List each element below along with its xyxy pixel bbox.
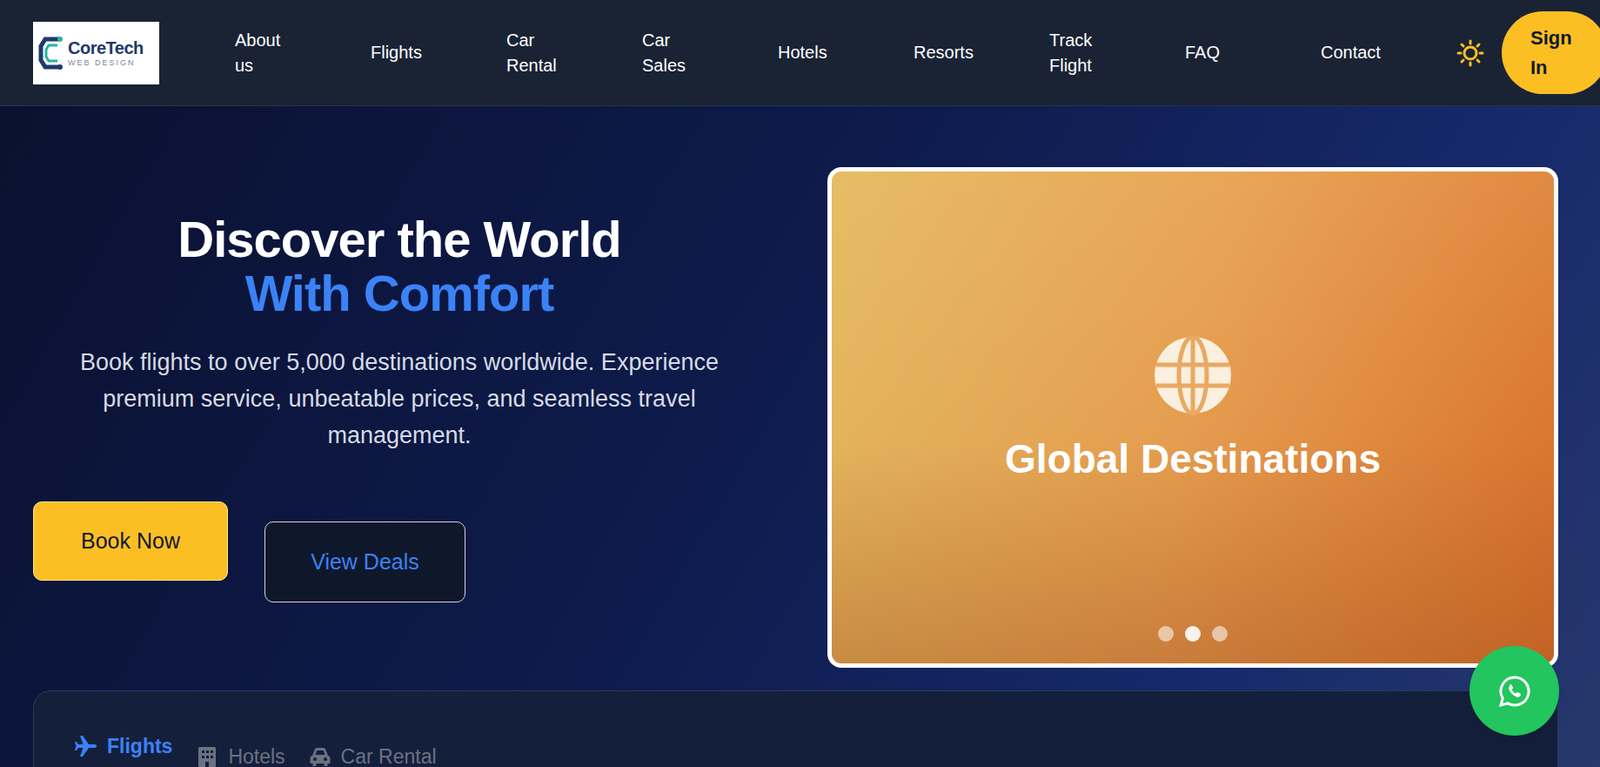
navbar: CoreTech WEB DESIGN About us Flights Car Ren… xyxy=(0,0,1600,107)
search-tab-label: Car Rental xyxy=(341,743,437,767)
nav-menu: About us Flights Car Rental Car Sales Hotels… xyxy=(234,27,1457,79)
sun-icon xyxy=(1456,39,1485,67)
logo-name: CoreTech xyxy=(67,39,144,57)
nav-link[interactable]: Car Sales xyxy=(642,27,707,79)
nav-link[interactable]: Contact xyxy=(1320,40,1386,66)
search-tab[interactable]: Hotels xyxy=(194,743,285,767)
globe-icon xyxy=(1152,334,1233,416)
nav-cell: Car Rental xyxy=(506,27,643,79)
search-tab-label: Hotels xyxy=(227,743,285,767)
nav-link[interactable]: Hotels xyxy=(777,40,843,66)
carousel-card: Global Destinations xyxy=(827,167,1559,668)
search-panel: Flights Hotels Car Rental xyxy=(33,689,1559,767)
carousel-dot[interactable] xyxy=(1211,625,1228,642)
carousel-caption: Global Destinations xyxy=(1004,434,1381,483)
whatsapp-icon xyxy=(1497,673,1533,709)
nav-link[interactable]: FAQ xyxy=(1184,40,1250,66)
sign-in-label: Sign In xyxy=(1530,23,1580,83)
book-now-label: Book Now xyxy=(80,524,181,558)
logo-tagline: WEB DESIGN xyxy=(67,59,144,67)
sign-in-button[interactable]: Sign In xyxy=(1501,11,1600,94)
hero-highlight: With Comfort xyxy=(177,266,622,321)
carousel-photo xyxy=(831,171,1554,663)
hero-heading: Discover the WorldWith Comfort xyxy=(177,212,622,321)
search-tab-label: Flights xyxy=(107,732,173,759)
hero-section: Discover the WorldWith Comfort Book fligh… xyxy=(0,106,1600,767)
nav-cell: Car Sales xyxy=(642,27,778,79)
carousel-content: Global Destinations xyxy=(831,171,1554,663)
carousel-dot[interactable] xyxy=(1184,625,1201,642)
hero-description: Book flights to over 5,000 destinations … xyxy=(38,343,761,454)
hero-text: Discover the WorldWith Comfort Book fligh… xyxy=(33,167,766,668)
carousel-dots xyxy=(831,625,1554,642)
view-deals-button[interactable]: View Deals xyxy=(264,521,466,603)
nav-link[interactable]: About us xyxy=(234,27,300,79)
carousel-dot[interactable] xyxy=(1158,625,1174,642)
view-deals-label: View Deals xyxy=(310,545,420,579)
search-tab[interactable]: Flights xyxy=(73,732,173,759)
nav-link[interactable]: Resorts xyxy=(913,40,978,66)
nav-cell: Flights xyxy=(370,27,507,79)
plane-icon xyxy=(73,733,99,758)
logo[interactable]: CoreTech WEB DESIGN xyxy=(33,21,160,85)
whatsapp-button[interactable] xyxy=(1469,645,1560,736)
nav-cell: Hotels xyxy=(777,27,914,79)
nav-cell: About us xyxy=(234,27,371,79)
hero-buttons: Book Now View Deals xyxy=(33,501,466,603)
nav-cell: Contact xyxy=(1320,27,1457,79)
car-icon xyxy=(307,743,333,767)
nav-link[interactable]: Flights xyxy=(370,40,436,66)
building-icon xyxy=(194,743,220,767)
nav-cell: Track Flight xyxy=(1049,27,1185,79)
search-tab[interactable]: Car Rental xyxy=(307,743,437,767)
nav-cell: Resorts xyxy=(913,27,1050,79)
hero-grid: Discover the WorldWith Comfort Book fligh… xyxy=(33,167,1567,668)
hero-title: Discover the World xyxy=(177,212,622,267)
nav-link[interactable]: Track Flight xyxy=(1049,27,1114,79)
logo-text: CoreTech WEB DESIGN xyxy=(67,39,144,67)
book-now-button[interactable]: Book Now xyxy=(33,501,228,581)
nav-link[interactable]: Car Rental xyxy=(506,27,571,79)
logo-mark-icon xyxy=(38,33,65,73)
nav-cell: FAQ xyxy=(1184,27,1321,79)
search-tabs: Flights Hotels Car Rental xyxy=(73,732,1518,767)
